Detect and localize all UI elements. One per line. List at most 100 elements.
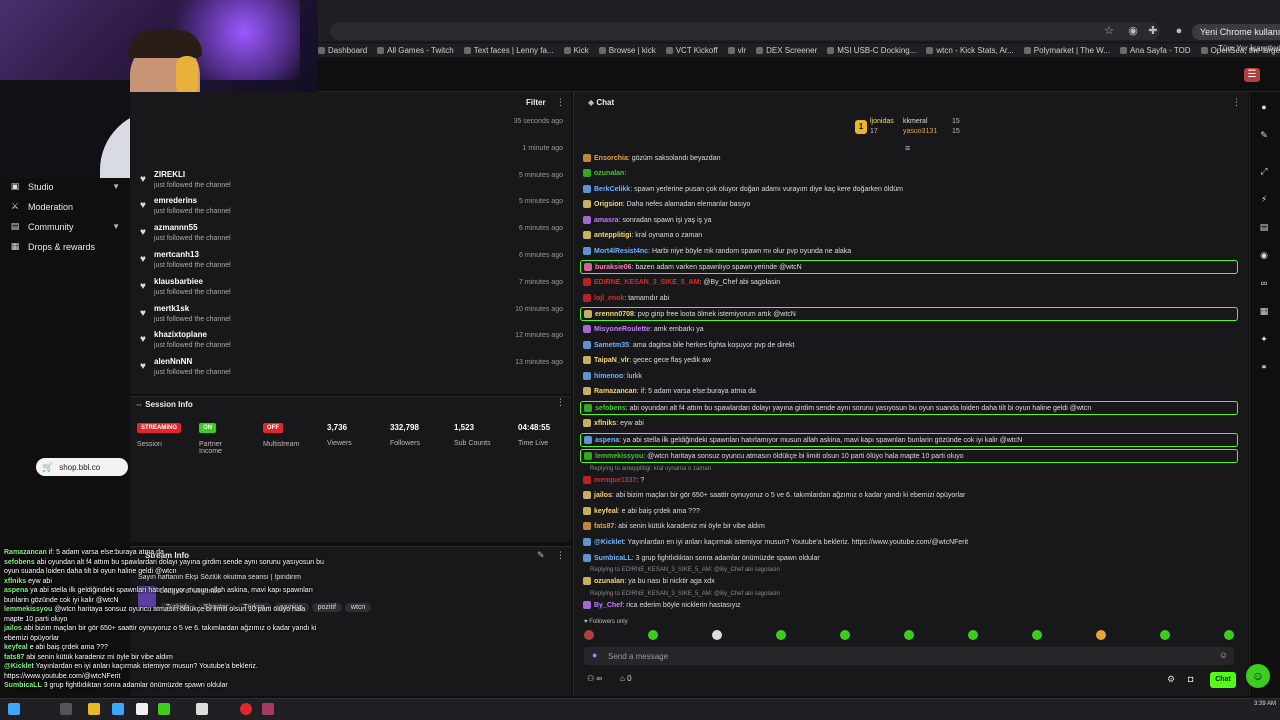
wrench-icon[interactable]: ✦ [1257, 332, 1271, 346]
chat-message[interactable]: By_Chef: rica ederim böyle nicklerin has… [580, 599, 1238, 612]
chat-message[interactable]: lemmekissyou: @wtcn haritaya sonsuz oyun… [580, 449, 1238, 463]
activity-username[interactable]: ZIREKLI [154, 170, 185, 179]
chat-message[interactable]: BerkCelikk: spawn yerlerine pusan çok ol… [580, 183, 1238, 197]
bookmark-item[interactable]: Browse | kick [598, 46, 656, 55]
chat-username[interactable]: BerkCelikk [594, 186, 630, 193]
stream-tag[interactable]: wtcn [344, 603, 372, 612]
chat-username[interactable]: aspena [595, 437, 619, 444]
extensions-icon[interactable]: ◉ [1126, 24, 1140, 38]
chat-message[interactable]: TaipaN_vlr: gecec gece flaş yedik aw [580, 354, 1238, 368]
edit-icon[interactable]: ✎ [537, 550, 545, 561]
chat-message[interactable]: MisyoneRoulette: amk embarkı ya [580, 323, 1238, 337]
bookmark-item[interactable]: Text faces | Lenny fa... [463, 46, 554, 55]
bookmark-item[interactable]: All Games - Twitch [377, 46, 454, 55]
expand-icon[interactable]: ⤢ [1257, 164, 1271, 178]
chat-message[interactable]: amasra: sonradan spawn işi yaş iş ya [580, 214, 1238, 228]
bookmark-item[interactable]: MSI USB-C Docking... [827, 46, 916, 55]
chat-message[interactable]: EDIRNE_KESAN_3_SIKE_5_AM: @By_Chef abi s… [580, 276, 1238, 290]
chat-message[interactable]: ozunalan: ya bu nası bi nicktir aga xdx [580, 575, 1238, 589]
filter-button[interactable]: Filter [526, 98, 546, 107]
chat-message[interactable]: jailos: abi bizim maçları bir gör 650+ s… [580, 489, 1238, 503]
chat-username[interactable]: Origsion [594, 201, 623, 208]
chrome-update-button[interactable]: Yeni Chrome kullanılabilir [1192, 24, 1280, 40]
emote-icon[interactable] [584, 630, 594, 640]
all-bookmarks-link[interactable]: Tüm Yer İşaretleri [1218, 44, 1280, 53]
activity-username[interactable]: khazixtoplane [154, 330, 207, 339]
sidebar-item-studio[interactable]: ▣ Studio ▼ [10, 181, 120, 192]
session-menu-icon[interactable]: ⋮ [556, 397, 565, 408]
emoji-icon[interactable]: ☺ [1219, 650, 1228, 660]
taskbar-app-icon[interactable] [262, 703, 274, 715]
bookmark-item[interactable]: wtcn - Kick Stats, Ar... [926, 46, 1014, 55]
chat-message[interactable]: Sametm35: ama dagitsa bile herkes fighta… [580, 339, 1238, 353]
chat-username[interactable]: buraksie06 [595, 264, 632, 271]
chat-message[interactable]: Mort4lResist4nc: Harbi niye böyle mk ran… [580, 245, 1238, 259]
chat-username[interactable]: amasra [594, 217, 619, 224]
expand-icon[interactable]: ⇔ [135, 400, 143, 409]
points-counter[interactable]: ⌂ 0 [620, 674, 632, 683]
chat-username[interactable]: jailos [594, 492, 612, 499]
chat-username[interactable]: lojl_enok [594, 295, 624, 302]
chat-message[interactable]: erennn0708: pvp girip free loota ölmek i… [580, 307, 1238, 321]
chat-mode-icon[interactable]: ◘ [1188, 674, 1193, 684]
viewers-mode[interactable]: ⚇ ∞ [587, 674, 602, 683]
sidebar-item-community[interactable]: ▤ Community ▼ [10, 221, 120, 232]
profile-icon[interactable]: ● [1172, 24, 1186, 38]
sidebar-item-moderation[interactable]: ⚔ Moderation [10, 201, 120, 212]
chat-message[interactable]: antepplitigi: kral oynama o zaman [580, 229, 1238, 243]
chat-username[interactable]: By_Chef [594, 602, 622, 609]
emote-icon[interactable] [968, 630, 978, 640]
activity-username[interactable]: emrederins [154, 196, 197, 205]
chat-message[interactable]: fats87: abi senin kütük karadeniz mi öyl… [580, 520, 1238, 534]
document-icon[interactable]: ▤ [1257, 220, 1271, 234]
chat-message[interactable]: himenoo: lurkk [580, 370, 1238, 384]
start-icon[interactable] [8, 703, 20, 715]
chat-message[interactable]: sefobens: abi oyundan alt f4 attım bu sp… [580, 401, 1238, 415]
emote-icon[interactable] [1096, 630, 1106, 640]
chat-message[interactable]: Ramazancan: if: 5 adam varsa else:buraya… [580, 385, 1238, 399]
chat-username[interactable]: xflniks [594, 420, 616, 427]
emote-icon[interactable] [1224, 630, 1234, 640]
taskbar-app-icon[interactable] [196, 703, 208, 715]
chat-send-button[interactable]: Chat [1210, 672, 1236, 688]
chat-message[interactable]: Ensorchia: gözüm saksolandı beyazdan [580, 152, 1238, 166]
chat-username[interactable]: lemmekissyou [595, 453, 643, 460]
bolt-icon[interactable]: ⚡ [1257, 192, 1271, 206]
chat-username[interactable]: antepplitigi [594, 232, 631, 239]
activity-menu-icon[interactable]: ⋮ [556, 97, 565, 108]
taskbar-obs-icon[interactable] [240, 703, 252, 715]
emote-icon[interactable] [840, 630, 850, 640]
chat-username[interactable]: Ramazancan [594, 388, 637, 395]
chat-username[interactable]: ozunalan [594, 170, 624, 177]
settings-icon[interactable]: ⚙ [1167, 674, 1175, 685]
sidebar-item-drops[interactable]: ▦ Drops & rewards [10, 241, 120, 252]
activity-username[interactable]: mertk1sk [154, 304, 189, 313]
taskbar-app-icon[interactable] [158, 703, 170, 715]
share-icon[interactable]: ⚭ [1257, 360, 1271, 374]
taskbar-app-icon[interactable] [60, 703, 72, 715]
user-menu-icon[interactable]: ☰ [1244, 68, 1260, 82]
help-button[interactable]: ☺ [1246, 664, 1270, 688]
bookmark-item[interactable]: Polymarket | The W... [1023, 46, 1110, 55]
bookmark-item[interactable]: Ana Sayfa - TOD [1119, 46, 1191, 55]
chat-menu-icon[interactable]: ⋮ [1232, 97, 1241, 108]
stream-info-menu-icon[interactable]: ⋮ [556, 550, 565, 561]
stack-icon[interactable]: ▦ [1257, 304, 1271, 318]
chat-username[interactable]: Mort4lResist4nc [594, 248, 648, 255]
info-icon[interactable]: ● [1257, 100, 1271, 114]
chat-message[interactable]: aspena: ya abi stella ilk geldiğindeki s… [580, 433, 1238, 447]
pencil-icon[interactable]: ✎ [1257, 128, 1271, 142]
chat-username[interactable]: @Kicklet [594, 539, 624, 546]
activity-username[interactable]: alenNnNN [154, 357, 192, 366]
chat-message[interactable]: ozunalan: [580, 167, 1238, 181]
chat-username[interactable]: sefobens [595, 405, 626, 412]
bookmark-item[interactable]: vlr [727, 46, 746, 55]
bookmark-item[interactable]: VCT Kickoff [665, 46, 718, 55]
chat-username[interactable]: EDIRNE_KESAN_3_SIKE_5_AM [594, 279, 699, 286]
chat-message[interactable]: keyfeal: e abi baiş çrdek ama ??? [580, 505, 1238, 519]
emote-icon[interactable] [1160, 630, 1170, 640]
microphone-icon[interactable]: ● [592, 650, 597, 660]
address-bar[interactable] [330, 22, 1160, 40]
emote-icon[interactable] [904, 630, 914, 640]
activity-username[interactable]: mertcanh13 [154, 250, 199, 259]
